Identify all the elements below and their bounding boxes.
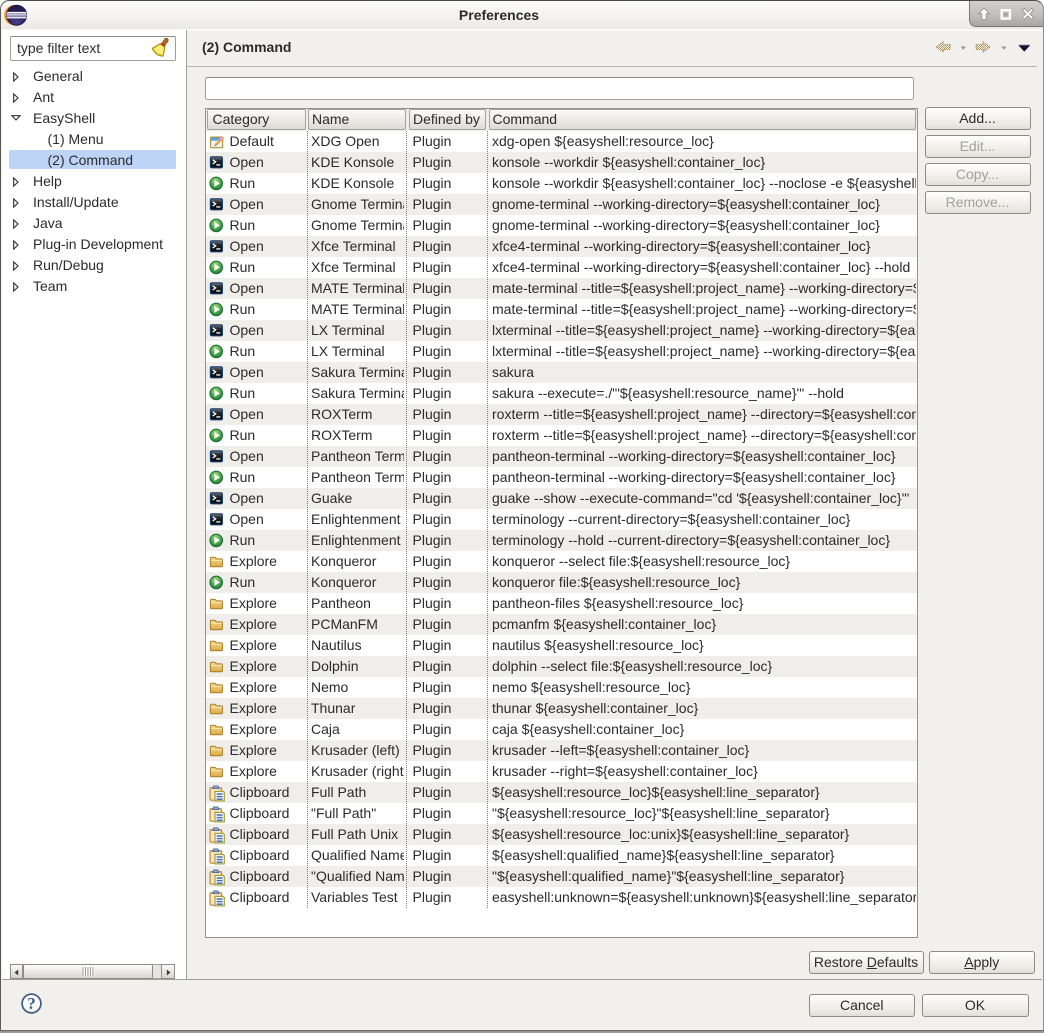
svg-text:?: ? <box>27 994 36 1013</box>
